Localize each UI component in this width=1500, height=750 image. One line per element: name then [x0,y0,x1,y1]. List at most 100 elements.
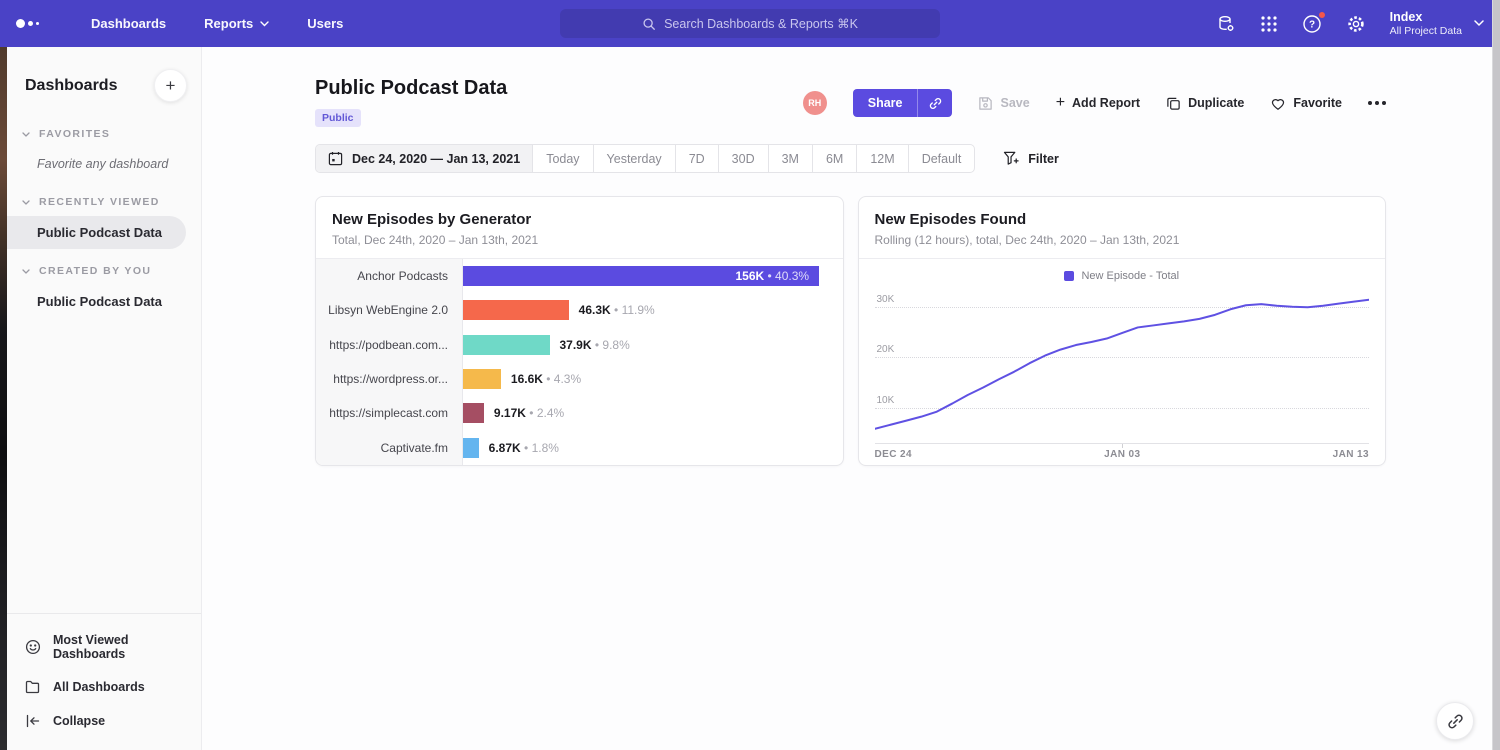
bar[interactable] [463,300,569,320]
bar-category-label: https://simplecast.com [316,396,463,430]
line-series [875,289,1370,443]
preset-default[interactable]: Default [909,145,975,172]
bar-category-label: https://podbean.com... [316,328,463,362]
section-created-by-you-label: CREATED BY YOU [39,265,151,277]
preset-today[interactable]: Today [533,145,593,172]
date-toolbar: Dec 24, 2020 — Jan 13, 2021 Today Yester… [315,144,975,173]
card-new-episodes-found: New Episodes Found Rolling (12 hours), t… [858,196,1387,466]
bar[interactable]: 156K • 40.3% [463,266,819,286]
action-bar: RH Share Save + Add Report Duplicate [803,89,1386,117]
calendar-icon [328,151,343,166]
sidebar-item-public-podcast-data[interactable]: Public Podcast Data [7,216,186,249]
project-switcher[interactable]: Index All Project Data [1390,10,1484,38]
bar-value-label: 156K • 40.3% [735,269,819,283]
nav-item-users[interactable]: Users [293,16,357,31]
x-axis-tick [1122,444,1123,448]
heart-icon [1270,96,1286,111]
bar-track: 156K • 40.3% [463,259,843,293]
date-range-button[interactable]: Dec 24, 2020 — Jan 13, 2021 [316,145,533,172]
toolbar-row: Dec 24, 2020 — Jan 13, 2021 Today Yester… [315,144,1386,173]
share-link-button[interactable] [918,89,952,117]
svg-text:?: ? [1309,19,1315,30]
section-recently-viewed[interactable]: RECENTLY VIEWED [7,180,201,216]
nav-item-dashboards[interactable]: Dashboards [77,16,180,31]
new-dashboard-button[interactable]: + [154,69,187,102]
bar-value-label: 9.17K • 2.4% [494,406,564,420]
avatar[interactable]: RH [803,91,827,115]
duplicate-label: Duplicate [1188,96,1244,110]
chevron-down-icon [22,200,30,205]
legend-swatch [1064,271,1074,281]
page-scrollbar[interactable] [1492,0,1500,750]
sidebar-item-public-podcast-data-created[interactable]: Public Podcast Data [7,285,201,318]
apps-grid-icon[interactable] [1260,15,1278,33]
main-content: Public Podcast Data Public RH Share Save… [202,47,1492,750]
bar-category-label: Anchor Podcasts [316,259,463,293]
duplicate-icon [1166,96,1181,111]
report-cards: New Episodes by Generator Total, Dec 24t… [315,196,1386,466]
bar[interactable] [463,403,484,423]
link-icon [928,96,943,111]
bar-value-label: 46.3K • 11.9% [579,303,655,317]
sidebar-footer: Most Viewed Dashboards All Dashboards Co… [7,613,201,750]
search-placeholder: Search Dashboards & Reports ⌘K [664,16,858,31]
preset-6m[interactable]: 6M [813,145,857,172]
section-recently-viewed-label: RECENTLY VIEWED [39,196,160,208]
data-management-icon[interactable] [1216,14,1236,34]
bar-row: Libsyn WebEngine 2.0 46.3K • 11.9% [316,293,843,327]
line-plot[interactable]: 10K20K30K [875,289,1370,444]
title-block: Public Podcast Data Public [315,77,507,127]
bar[interactable] [463,438,479,458]
duplicate-button[interactable]: Duplicate [1166,96,1244,111]
bar-category-label: Libsyn WebEngine 2.0 [316,293,463,327]
bar-track: 9.17K • 2.4% [463,396,843,430]
page-header: Public Podcast Data Public RH Share Save… [315,77,1386,127]
sidebar-title: Dashboards [25,77,117,95]
favorite-button[interactable]: Favorite [1270,96,1342,111]
add-report-button[interactable]: + Add Report [1056,94,1140,112]
bar[interactable] [463,335,550,355]
preset-12m[interactable]: 12M [857,145,908,172]
settings-gear-icon[interactable] [1346,14,1366,34]
preset-30d[interactable]: 30D [719,145,769,172]
bar-track: 6.87K • 1.8% [463,431,843,465]
bar-chart[interactable]: Anchor Podcasts 156K • 40.3% Libsyn WebEng… [316,259,843,465]
favorite-label: Favorite [1293,96,1342,110]
collapse-sidebar-button[interactable]: Collapse [7,704,201,738]
chevron-down-icon [22,132,30,137]
bar-value-label: 6.87K • 1.8% [489,441,559,455]
nav-right: ? Index All Project Data [1216,10,1484,38]
bar-row: https://wordpress.or...16.6K • 4.3% [316,362,843,396]
more-menu-button[interactable] [1368,97,1386,109]
bar-row: Captivate.fm6.87K • 1.8% [316,431,843,465]
save-button[interactable]: Save [978,96,1029,111]
filter-button[interactable]: Filter [1003,151,1059,166]
bar-row: Anchor Podcasts 156K • 40.3% [316,259,843,293]
all-dashboards-label: All Dashboards [53,680,145,694]
app-logo[interactable] [16,19,39,28]
nav-item-reports-label: Reports [204,16,253,31]
legend-label: New Episode - Total [1081,270,1179,282]
all-dashboards-link[interactable]: All Dashboards [7,670,201,704]
copy-link-fab[interactable] [1436,702,1474,740]
save-icon [978,96,993,111]
share-button[interactable]: Share [853,89,919,117]
chevron-down-icon [1474,20,1484,27]
page-title: Public Podcast Data [315,77,507,100]
bar-card-header: New Episodes by Generator Total, Dec 24t… [316,197,843,259]
preset-7d[interactable]: 7D [676,145,719,172]
bar-track: 46.3K • 11.9% [463,293,843,327]
date-range-label: Dec 24, 2020 — Jan 13, 2021 [352,152,520,166]
search-input[interactable]: Search Dashboards & Reports ⌘K [560,9,940,38]
help-icon[interactable]: ? [1302,14,1322,34]
sidebar-header: Dashboards + [7,47,201,112]
preset-3m[interactable]: 3M [769,145,813,172]
nav-item-reports[interactable]: Reports [190,16,283,31]
section-favorites[interactable]: FAVORITES [7,112,201,148]
bar-card-title: New Episodes by Generator [332,211,827,228]
most-viewed-dashboards-link[interactable]: Most Viewed Dashboards [7,624,201,670]
preset-yesterday[interactable]: Yesterday [594,145,676,172]
collapse-icon [25,713,41,729]
bar[interactable] [463,369,501,389]
section-created-by-you[interactable]: CREATED BY YOU [7,249,201,285]
